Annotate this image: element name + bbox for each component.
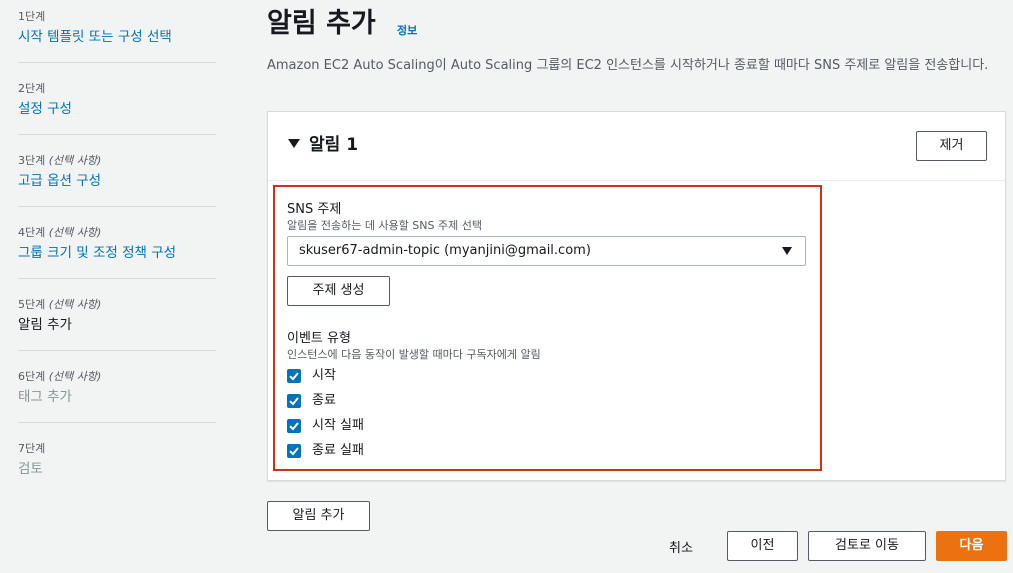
checkbox-label: 시작 (312, 368, 336, 383)
step-3: 3단계 (선택 사항) 고급 옵션 구성 (18, 154, 216, 190)
checkbox-checked-icon[interactable] (287, 369, 301, 383)
step-link-choose-template[interactable]: 시작 템플릿 또는 구성 선택 (18, 28, 216, 46)
checkbox-label: 종료 실패 (312, 443, 364, 458)
step-1: 1단계 시작 템플릿 또는 구성 선택 (18, 10, 216, 46)
event-type-description: 인스턴스에 다음 동작이 발생할 때마다 구독자에게 알림 (287, 348, 541, 361)
previous-button[interactable]: 이전 (727, 531, 798, 561)
checkbox-checked-icon[interactable] (287, 394, 301, 408)
step-number: 6단계 (선택 사항) (18, 370, 102, 383)
wizard-steps-sidebar: 1단계 시작 템플릿 또는 구성 선택 2단계 설정 구성 3단계 (선택 사항… (0, 0, 245, 573)
caret-down-icon (288, 139, 300, 148)
checkbox-label: 시작 실패 (312, 418, 364, 433)
page-description: Amazon EC2 Auto Scaling이 Auto Scaling 그룹… (267, 58, 989, 73)
step-link-advanced-options[interactable]: 고급 옵션 구성 (18, 172, 216, 190)
add-notification-button[interactable]: 알림 추가 (267, 501, 370, 531)
sns-topic-label: SNS 주제 (287, 202, 342, 217)
divider (18, 278, 216, 279)
next-button[interactable]: 다음 (936, 531, 1007, 561)
create-topic-button[interactable]: 주제 생성 (287, 276, 390, 306)
step-disabled-add-tags: 태그 추가 (18, 389, 72, 405)
remove-button[interactable]: 제거 (916, 131, 987, 161)
checkbox-checked-icon[interactable] (287, 419, 301, 433)
notification-title: 알림 1 (309, 135, 359, 155)
step-5: 5단계 (선택 사항) 알림 추가 (18, 298, 216, 334)
info-link[interactable]: 정보 (397, 22, 417, 38)
step-link-group-size-scaling[interactable]: 그룹 크기 및 조정 정책 구성 (18, 244, 216, 262)
step-disabled-review: 검토 (18, 461, 43, 477)
notification-card-header: 알림 1 제거 (268, 112, 1005, 181)
divider (18, 350, 216, 351)
step-6: 6단계 (선택 사항) 태그 추가 (18, 370, 216, 406)
notification-expand-toggle[interactable]: 알림 1 (288, 130, 358, 155)
page-title: 알림 추가 (267, 8, 376, 39)
sns-topic-select[interactable]: skuser67-admin-topic (myanjini@gmail.com… (287, 236, 806, 266)
step-number: 7단계 (18, 442, 46, 455)
divider (18, 206, 216, 207)
step-7: 7단계 검토 (18, 442, 216, 478)
dropdown-caret-icon (782, 247, 792, 255)
step-2: 2단계 설정 구성 (18, 82, 216, 118)
step-number: 1단계 (18, 10, 46, 23)
divider (18, 422, 216, 423)
checkbox-label: 종료 (312, 393, 336, 408)
divider (18, 62, 216, 63)
cancel-button[interactable]: 취소 (669, 537, 693, 556)
step-current-add-notifications: 알림 추가 (18, 317, 72, 333)
step-4: 4단계 (선택 사항) 그룹 크기 및 조정 정책 구성 (18, 226, 216, 262)
go-to-review-button[interactable]: 검토로 이동 (808, 531, 926, 561)
step-link-configure-settings[interactable]: 설정 구성 (18, 100, 216, 118)
step-number: 5단계 (선택 사항) (18, 298, 102, 311)
step-number: 4단계 (선택 사항) (18, 226, 102, 239)
checkbox-checked-icon[interactable] (287, 444, 301, 458)
sns-topic-selected-value: skuser67-admin-topic (myanjini@gmail.com… (299, 243, 591, 258)
divider (18, 134, 216, 135)
event-type-label: 이벤트 유형 (287, 331, 351, 346)
sns-topic-description: 알림을 전송하는 데 사용할 SNS 주제 선택 (287, 219, 482, 232)
step-number: 3단계 (선택 사항) (18, 154, 102, 167)
step-number: 2단계 (18, 82, 46, 95)
